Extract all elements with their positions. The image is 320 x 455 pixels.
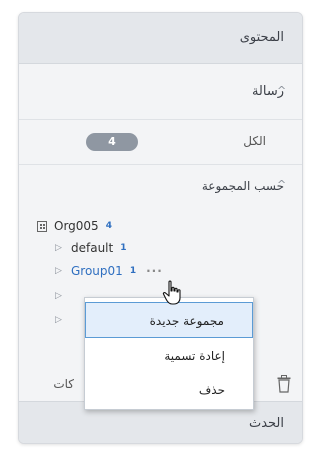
tree-node-count: 1 — [129, 266, 137, 276]
message-title: رسالة — [251, 84, 284, 99]
tree-node-label: Group01 — [71, 264, 123, 278]
tree-org-node[interactable]: Org005 4 — [37, 216, 112, 236]
by-group-header[interactable]: ^ حسب المجموعة — [19, 165, 302, 205]
org-label: Org005 — [54, 219, 99, 233]
event-title: الحدث — [248, 416, 284, 431]
triangle-right-icon[interactable]: ▷ — [55, 315, 67, 325]
more-options-icon[interactable]: ··· — [146, 264, 163, 278]
trash-icon[interactable] — [277, 375, 291, 393]
all-label: الكل — [243, 134, 266, 148]
triangle-right-icon[interactable]: ▷ — [55, 266, 67, 276]
tree-node-default[interactable]: ▷ default 1 — [55, 238, 127, 258]
all-count-badge: 4 — [86, 133, 138, 151]
org-count: 4 — [105, 221, 112, 231]
context-menu: مجموعة جديدة إعادة تسمية حذف — [84, 297, 254, 410]
tree-node-count: 1 — [120, 243, 127, 253]
content-title: المحتوى — [239, 30, 284, 45]
all-filter-row[interactable]: 4 الكل — [19, 119, 302, 165]
tree-node-hidden-2[interactable]: ▷ — [55, 310, 67, 330]
edit-label: كات — [53, 377, 74, 391]
message-section-header[interactable]: ^ رسالة — [19, 64, 302, 120]
org-building-icon — [37, 220, 47, 232]
hand-pointer-icon — [162, 280, 181, 305]
by-group-title: حسب المجموعة — [201, 179, 284, 193]
triangle-right-icon[interactable]: ▷ — [55, 243, 67, 253]
tree-node-hidden-1[interactable]: ▷ — [55, 286, 67, 306]
tree-node-group01[interactable]: ▷ Group01 1 ··· — [55, 261, 163, 281]
menu-item-delete[interactable]: حذف — [85, 372, 253, 408]
triangle-right-icon[interactable]: ▷ — [55, 291, 67, 301]
menu-item-rename[interactable]: إعادة تسمية — [85, 338, 253, 374]
menu-item-new-group[interactable]: مجموعة جديدة — [85, 302, 253, 338]
content-section-header[interactable]: المحتوى — [19, 13, 302, 64]
tree-node-label: default — [71, 241, 114, 255]
